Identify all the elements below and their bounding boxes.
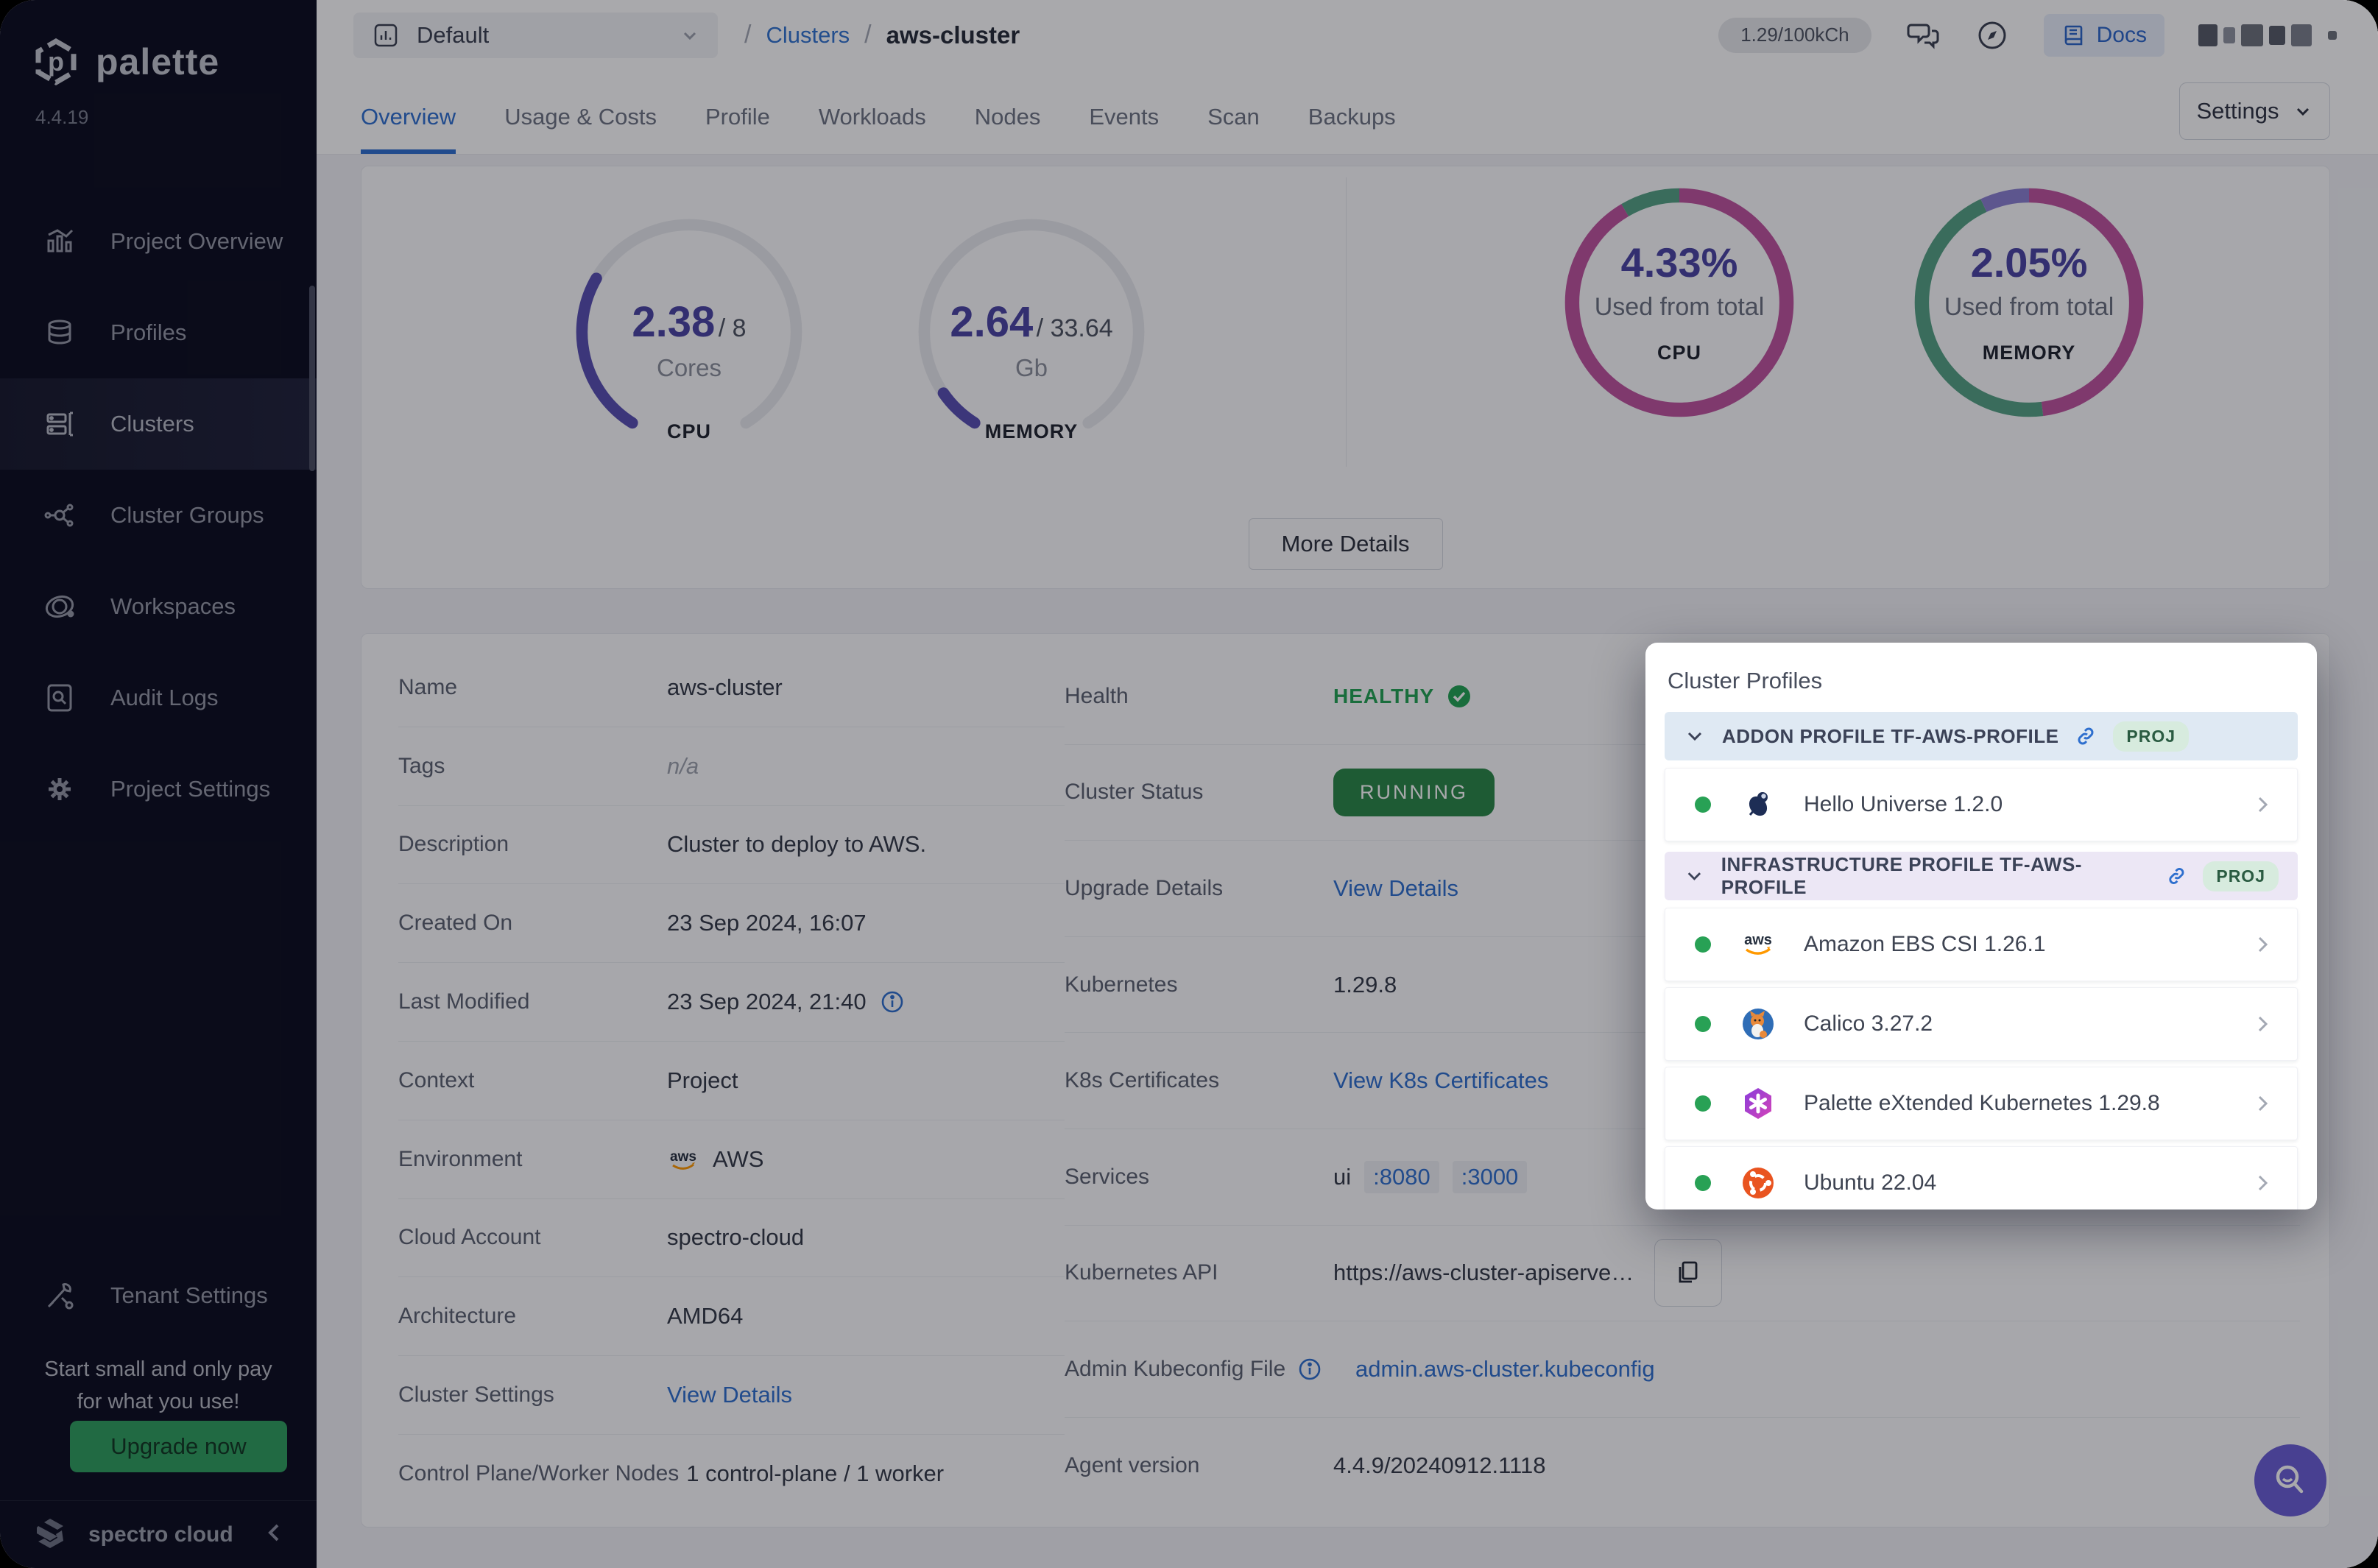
pxk-icon [1740,1086,1776,1121]
link-icon[interactable] [2166,865,2187,887]
chevron-right-icon [2251,933,2273,956]
pack-name: Ubuntu 22.04 [1804,1170,1936,1196]
profile-name: ADDON PROFILE TF-AWS-PROFILE [1722,725,2058,748]
pack-status-dot [1695,1016,1711,1032]
chevron-down-icon [1684,865,1705,887]
pack-row-calico[interactable]: Calico 3.27.2 [1665,987,2298,1061]
profile-name: INFRASTRUCTURE PROFILE TF-AWS-PROFILE [1721,853,2150,899]
pack-name: Hello Universe 1.2.0 [1804,792,2003,817]
pack-name: Amazon EBS CSI 1.26.1 [1804,932,2046,957]
popup-title: Cluster Profiles [1668,668,2298,694]
pack-row-hello-universe[interactable]: Hello Universe 1.2.0 [1665,768,2298,841]
pack-status-dot [1695,797,1711,813]
pack-row-amazon-ebs-csi[interactable]: aws Amazon EBS CSI 1.26.1 [1665,908,2298,981]
app-window: p palette 4.4.19 Project Overview Profil… [0,0,2378,1568]
addon-profile-header[interactable]: ADDON PROFILE TF-AWS-PROFILE PROJ [1665,712,2298,760]
chevron-right-icon [2251,1172,2273,1194]
aws-pack-icon: aws [1740,927,1776,962]
calico-icon [1740,1006,1776,1042]
ubuntu-icon [1740,1165,1776,1201]
chevron-down-icon [1684,725,1706,747]
pack-status-dot [1695,1095,1711,1112]
scope-badge: PROJ [2113,721,2189,752]
pack-row-ubuntu[interactable]: Ubuntu 22.04 [1665,1146,2298,1209]
chevron-right-icon [2251,1092,2273,1115]
pack-name: Palette eXtended Kubernetes 1.29.8 [1804,1091,2160,1116]
pack-name: Calico 3.27.2 [1804,1011,1933,1036]
cluster-profiles-popup: Cluster Profiles ADDON PROFILE TF-AWS-PR… [1645,643,2317,1209]
pack-row-palette-extended-kubernetes[interactable]: Palette eXtended Kubernetes 1.29.8 [1665,1067,2298,1140]
pack-status-dot [1695,936,1711,953]
link-icon[interactable] [2075,725,2097,747]
chevron-right-icon [2251,1013,2273,1035]
hello-universe-icon [1740,787,1776,822]
pack-status-dot [1695,1175,1711,1191]
infrastructure-profile-header[interactable]: INFRASTRUCTURE PROFILE TF-AWS-PROFILE PR… [1665,852,2298,900]
svg-text:aws: aws [1744,932,1772,948]
chevron-right-icon [2251,794,2273,816]
scope-badge: PROJ [2203,861,2279,891]
